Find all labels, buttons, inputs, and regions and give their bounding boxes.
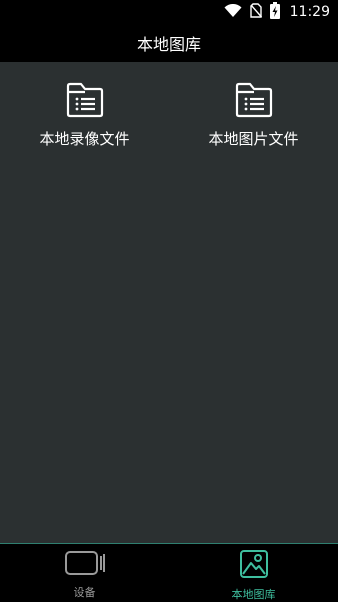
bottom-nav: 设备 本地图库 bbox=[0, 543, 338, 601]
folder-list-icon bbox=[234, 82, 274, 118]
status-icons: 11:29 bbox=[224, 1, 330, 23]
wifi-icon bbox=[224, 3, 242, 22]
status-bar: 11:29 bbox=[0, 0, 338, 24]
tile-label: 本地录像文件 bbox=[39, 130, 130, 148]
tile-label: 本地图片文件 bbox=[208, 130, 299, 148]
battery-charging-icon bbox=[269, 1, 280, 23]
no-sim-icon bbox=[249, 2, 262, 22]
nav-item-devices[interactable]: 设备 bbox=[0, 544, 169, 601]
app-bar: 本地图库 bbox=[0, 24, 338, 62]
nav-item-local-gallery[interactable]: 本地图库 bbox=[169, 544, 338, 601]
page-title: 本地图库 bbox=[136, 35, 201, 54]
local-image-files-tile[interactable]: 本地图片文件 bbox=[169, 82, 338, 162]
nav-label: 设备 bbox=[73, 586, 96, 599]
video-camera-icon bbox=[64, 549, 106, 581]
content-area: 本地录像文件 本地图片文件 bbox=[0, 62, 338, 543]
status-time: 11:29 bbox=[289, 4, 330, 20]
folder-list-icon bbox=[65, 82, 105, 118]
gallery-icon bbox=[239, 549, 269, 583]
local-video-files-tile[interactable]: 本地录像文件 bbox=[0, 82, 169, 162]
